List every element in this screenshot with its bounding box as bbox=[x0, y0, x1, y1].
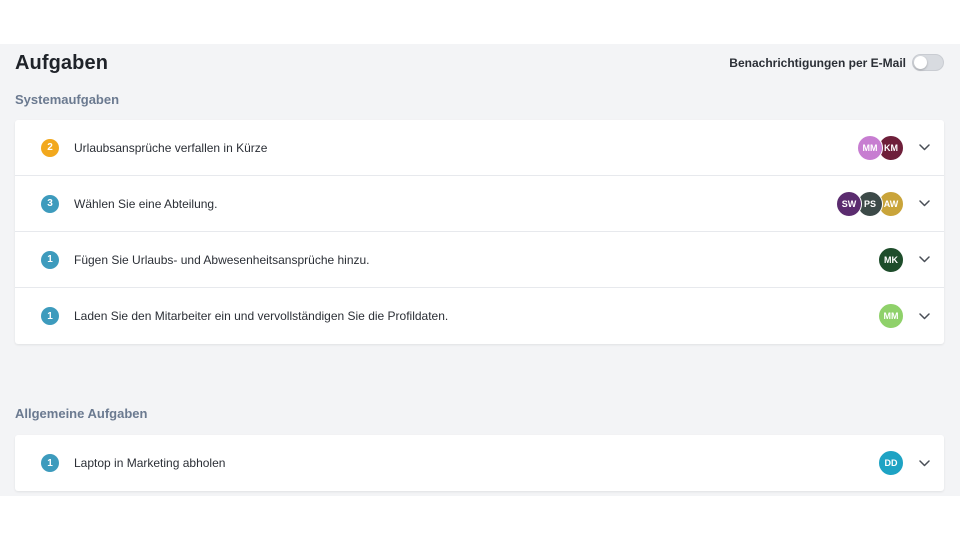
email-notification-toggle[interactable] bbox=[912, 54, 944, 71]
task-count-badge: 3 bbox=[41, 194, 59, 213]
avatar[interactable]: MM bbox=[878, 303, 904, 329]
chevron-down-icon[interactable] bbox=[918, 457, 930, 469]
assignee-avatars: MM bbox=[878, 303, 904, 329]
avatar[interactable]: MM bbox=[857, 134, 883, 161]
assignee-avatars: MK bbox=[878, 246, 904, 273]
section-title-system: Systemaufgaben bbox=[15, 92, 120, 107]
task-count-badge: 1 bbox=[41, 307, 59, 325]
assignee-avatars: AW PS SW bbox=[836, 190, 904, 217]
assignee-avatars: DD bbox=[878, 450, 904, 476]
assignee-avatars: KM MM bbox=[857, 134, 904, 161]
chevron-down-icon[interactable] bbox=[918, 198, 930, 210]
task-row[interactable]: 1 Laptop in Marketing abholen DD bbox=[15, 435, 944, 491]
task-row[interactable]: 1 Laden Sie den Mitarbeiter ein und vervo… bbox=[15, 288, 944, 344]
task-label: Wählen Sie eine Abteilung. bbox=[74, 196, 218, 211]
task-label: Fügen Sie Urlaubs- und Abwesenheitsanspr… bbox=[74, 252, 370, 267]
avatar[interactable]: SW bbox=[836, 190, 862, 217]
email-notification-setting: Benachrichtigungen per E-Mail bbox=[729, 54, 944, 71]
toggle-knob bbox=[914, 56, 927, 69]
task-count-badge: 1 bbox=[41, 454, 59, 472]
chevron-down-icon[interactable] bbox=[918, 310, 930, 322]
task-count-badge: 2 bbox=[41, 138, 59, 157]
task-row[interactable]: 2 Urlaubsansprüche verfallen in Kürze KM MM bbox=[15, 120, 944, 176]
page-title: Aufgaben bbox=[15, 52, 109, 74]
task-row[interactable]: 1 Fügen Sie Urlaubs- und Abwesenheitsansp… bbox=[15, 232, 944, 288]
section-title-general: Allgemeine Aufgaben bbox=[15, 406, 148, 421]
task-label: Urlaubsansprüche verfallen in Kürze bbox=[74, 140, 268, 155]
general-tasks-card: 1 Laptop in Marketing abholen DD bbox=[15, 435, 944, 491]
system-tasks-card: 2 Urlaubsansprüche verfallen in Kürze KM MM… bbox=[15, 120, 944, 344]
avatar[interactable]: DD bbox=[878, 450, 904, 476]
task-count-badge: 1 bbox=[41, 250, 59, 269]
task-row[interactable]: 3 Wählen Sie eine Abteilung. AW PS SW bbox=[15, 176, 944, 232]
chevron-down-icon[interactable] bbox=[918, 142, 930, 154]
email-notification-label: Benachrichtigungen per E-Mail bbox=[729, 55, 906, 70]
chevron-down-icon[interactable] bbox=[918, 254, 930, 266]
task-label: Laden Sie den Mitarbeiter ein und vervol… bbox=[74, 309, 449, 323]
avatar[interactable]: MK bbox=[878, 246, 904, 273]
task-label: Laptop in Marketing abholen bbox=[74, 456, 226, 470]
